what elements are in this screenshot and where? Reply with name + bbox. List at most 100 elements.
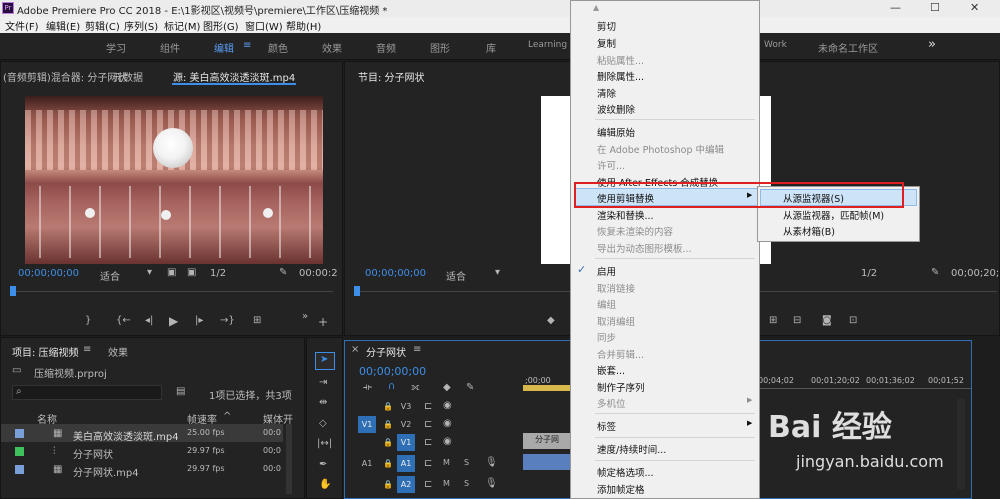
new-bin-icon[interactable]: ▤ [176, 386, 185, 397]
menu-item-export-mogrt[interactable]: 导出为动态图形模板... [597, 241, 692, 255]
workspace-effects[interactable]: 效果 [322, 40, 342, 55]
extract-icon[interactable]: ⊟ [793, 315, 801, 326]
menu-item-label[interactable]: 标签 [597, 419, 616, 433]
linked-selection-icon[interactable]: ⟗ [411, 382, 420, 393]
menu-item-make-subsequence[interactable]: 制作子序列 [597, 380, 645, 394]
workspace-work[interactable]: Work [764, 40, 787, 50]
track-select-tool-icon[interactable]: ⇥ [319, 377, 327, 388]
add-marker-icon[interactable]: ◆ [443, 382, 451, 393]
timeline-timecode[interactable]: 00;00;00;00 [359, 365, 426, 378]
mute-button[interactable]: M [443, 458, 450, 467]
workspace-graphics[interactable]: 图形 [430, 40, 450, 55]
eye-icon[interactable]: ◉ [443, 436, 452, 447]
menu-item-cut[interactable]: 剪切 [597, 19, 616, 33]
track-a1-label[interactable]: A1 [397, 455, 415, 472]
workspace-learning[interactable]: Learning [528, 40, 567, 50]
hand-tool-icon[interactable]: ✋ [319, 479, 331, 490]
sort-asc-icon[interactable]: ^ [223, 411, 231, 422]
eye-icon[interactable]: ◉ [443, 400, 452, 411]
close-icon[interactable]: × [351, 344, 359, 355]
source-scrub-bar[interactable] [13, 291, 333, 292]
menu-item-ripple-delete[interactable]: 波纹删除 [597, 102, 635, 116]
tab-metadata[interactable]: 元数据 [113, 69, 143, 84]
ripple-edit-tool-icon[interactable]: ⇹ [319, 397, 327, 408]
chevron-down-icon[interactable]: ▾ [147, 267, 152, 278]
scrollbar[interactable] [286, 424, 292, 494]
menu-item-multicamera[interactable]: 多机位 [597, 396, 626, 410]
step-forward-icon[interactable]: |▸ [195, 315, 203, 326]
camera-icon[interactable]: ◙ [822, 315, 832, 326]
chevron-down-icon[interactable]: ▾ [495, 267, 500, 278]
play-icon[interactable]: ▶ [169, 314, 178, 328]
audio-clip[interactable] [523, 454, 571, 470]
track-a2-label[interactable]: A2 [397, 476, 415, 493]
panel-menu-icon[interactable]: ≡ [413, 344, 421, 355]
lift-icon[interactable]: ⊞ [769, 315, 777, 326]
workspace-overflow-button[interactable]: » [928, 37, 936, 52]
menu-edit[interactable]: 编辑(E) [46, 18, 80, 33]
add-button-icon[interactable]: + [318, 315, 328, 329]
tab-project[interactable]: 项目: 压缩视频 [12, 344, 79, 359]
track-v1-label[interactable]: V1 [397, 434, 415, 451]
maximize-button[interactable]: ☐ [930, 1, 940, 14]
sync-lock-icon[interactable]: ⊏ [424, 401, 432, 412]
program-timecode[interactable]: 00;00;00;00 [365, 268, 426, 279]
lock-icon[interactable]: 🔒 [383, 459, 393, 468]
razor-tool-icon[interactable]: ◇ [319, 418, 327, 429]
menu-item-synchronize[interactable]: 同步 [597, 330, 616, 344]
pen-tool-icon[interactable]: ✒ [319, 459, 327, 470]
work-area-bar[interactable] [523, 385, 571, 391]
solo-button[interactable]: S [464, 458, 469, 467]
go-to-out-icon[interactable]: →} [220, 315, 235, 326]
tab-source[interactable]: 源: 美白高效淡透淡斑.mp4 [173, 69, 295, 84]
program-fit-dropdown[interactable]: 适合 [446, 268, 466, 283]
source-patch-a1[interactable]: A1 [358, 455, 376, 472]
menu-item-ungroup[interactable]: 取消编组 [597, 314, 635, 328]
track-v2-label[interactable]: V2 [397, 416, 415, 433]
panel-menu-icon[interactable]: ≡ [83, 344, 91, 355]
menu-item-edit-original[interactable]: 编辑原始 [597, 125, 635, 139]
sync-lock-icon[interactable]: ⊏ [424, 458, 432, 469]
menu-marker[interactable]: 标记(M) [164, 18, 200, 33]
microphone-icon[interactable]: 🎙 [485, 457, 498, 468]
lock-icon[interactable]: 🔒 [383, 438, 393, 447]
lock-icon[interactable]: 🔒 [383, 402, 393, 411]
menu-item-enable[interactable]: 启用 [597, 264, 616, 278]
menu-help[interactable]: 帮助(H) [286, 18, 321, 33]
menu-item-add-frame-hold[interactable]: 添加帧定格 [597, 482, 645, 496]
menu-item-group[interactable]: 编组 [597, 297, 616, 311]
workspace-editing[interactable]: 编辑 [214, 40, 234, 55]
source-playhead[interactable] [10, 286, 16, 296]
menu-file[interactable]: 文件(F) [5, 18, 39, 33]
workspace-color[interactable]: 颜色 [268, 40, 288, 55]
menu-item-render-and-replace[interactable]: 渲染和替换... [597, 208, 654, 222]
table-row[interactable]: 分子网状 [73, 446, 113, 461]
workspace-menu-icon[interactable]: ≡ [243, 40, 251, 51]
submenu-from-source-monitor-match-frame[interactable]: 从源监视器，匹配帧(M) [783, 208, 884, 222]
label-color-swatch[interactable] [15, 447, 24, 456]
settings-icon[interactable]: » [302, 311, 308, 322]
menu-item-remove-attributes[interactable]: 删除属性... [597, 69, 644, 83]
menu-item-unlink[interactable]: 取消链接 [597, 281, 635, 295]
program-playhead[interactable] [354, 286, 360, 296]
search-input[interactable] [12, 385, 162, 400]
workspace-audio[interactable]: 音频 [376, 40, 396, 55]
wrench-icon[interactable]: ✎ [931, 267, 939, 278]
tab-sequence[interactable]: 分子网状 [366, 344, 406, 359]
menu-item-restore-unrendered[interactable]: 恢复未渲染的内容 [597, 224, 673, 238]
solo-button[interactable]: S [464, 479, 469, 488]
menu-item-nest[interactable]: 嵌套... [597, 363, 625, 377]
close-button[interactable]: ✕ [970, 1, 979, 14]
workspace-untitled[interactable]: 未命名工作区 [818, 40, 878, 55]
snap-icon[interactable]: ∩ [388, 381, 395, 392]
track-v3-label[interactable]: V3 [397, 398, 415, 415]
marker-icon[interactable]: ◆ [547, 315, 555, 326]
submenu-from-bin[interactable]: 从素材箱(B) [783, 224, 835, 238]
lock-icon[interactable]: 🔒 [383, 480, 393, 489]
menu-graphics[interactable]: 图形(G) [203, 18, 239, 33]
menu-item-paste-attributes[interactable]: 粘贴属性... [597, 53, 644, 67]
table-row[interactable]: 分子网状.mp4 [73, 464, 139, 479]
mark-out-icon[interactable]: } [85, 315, 91, 326]
sync-lock-icon[interactable]: ⊏ [424, 479, 432, 490]
source-resolution-dropdown[interactable]: 1/2 [210, 268, 226, 279]
